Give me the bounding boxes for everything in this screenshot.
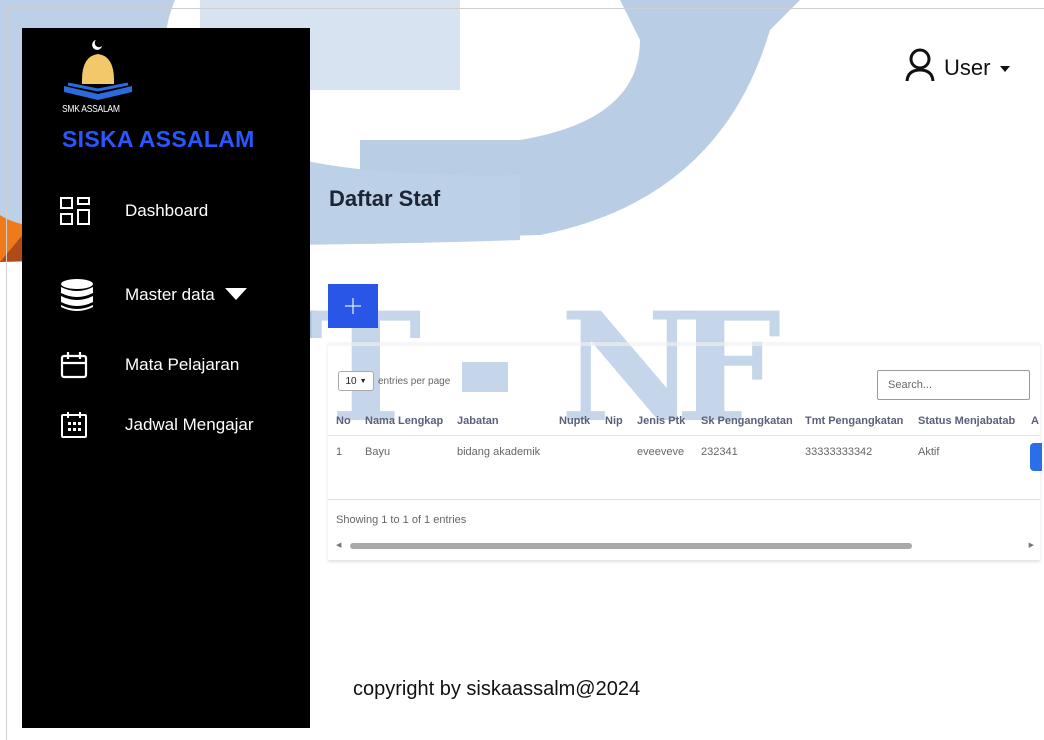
sidebar-item-label: Dashboard [125, 201, 209, 220]
column-header-sk-pengangkatan[interactable]: Sk Pengangkatan [701, 415, 793, 427]
database-icon [60, 279, 96, 311]
scrollbar-thumb[interactable] [350, 543, 912, 549]
logo-caption: SMK ASSALAM [62, 104, 120, 115]
cell-tmt-pengangkatan: 33333333342 [805, 446, 873, 458]
per-page-label: entries per page [378, 375, 451, 387]
per-page-value: 10 [345, 375, 357, 387]
sidebar: SMK ASSALAM SISKA ASSALAM Dashboard Mast… [22, 28, 310, 728]
cell-status-menjabatab: Aktif [918, 446, 940, 458]
frame-border-top [6, 8, 1044, 9]
sidebar-item-label: Master data [125, 285, 215, 304]
brand-name: SISKA ASSALAM [62, 126, 255, 152]
table-info: Showing 1 to 1 of 1 entries [336, 514, 467, 526]
row-action-button[interactable] [1030, 443, 1042, 471]
copyright-text: copyright by siskaassalm@2024 [353, 678, 641, 700]
card-top-border [328, 342, 1040, 346]
dashboard-grid-icon [60, 196, 96, 226]
per-page-control: 10 ▼ entries per page [338, 371, 450, 391]
sidebar-item-mata-pelajaran[interactable]: Mata Pelajaran [60, 350, 239, 380]
cell-jabatan: bidang akademik [457, 446, 541, 458]
caret-down-icon [224, 285, 247, 305]
plus-icon [345, 298, 361, 314]
page-title: Daftar Staf [329, 186, 441, 211]
cell-nama-lengkap: Bayu [365, 446, 391, 458]
add-staff-button[interactable] [328, 284, 378, 328]
column-header-tmt-pengangkatan[interactable]: Tmt Pengangkatan [805, 415, 903, 427]
column-header-jabatan[interactable]: Jabatan [457, 415, 499, 427]
column-header-nuptk[interactable]: Nuptk [559, 415, 590, 427]
user-icon [904, 48, 936, 87]
column-header-nip[interactable]: Nip [605, 415, 623, 427]
column-header-no[interactable]: No [336, 415, 351, 427]
caret-down-icon [1000, 59, 1011, 77]
staff-table-card: 10 ▼ entries per page Search... No Nama … [328, 342, 1042, 560]
table-row: 1 Bayu bidang akademik eveeveve 232341 3… [328, 442, 1040, 468]
horizontal-scrollbar[interactable]: ◀ ▶ [334, 541, 1036, 551]
user-menu[interactable]: User [904, 48, 1011, 87]
search-input[interactable]: Search... [877, 370, 1030, 400]
per-page-select[interactable]: 10 ▼ [338, 371, 374, 391]
column-header-jenis-ptk[interactable]: Jenis Ptk [637, 415, 685, 427]
cell-no: 1 [336, 446, 343, 458]
scroll-right-icon[interactable]: ▶ [1029, 541, 1034, 549]
sidebar-item-dashboard[interactable]: Dashboard [60, 196, 208, 226]
user-label: User [944, 54, 991, 80]
cell-sk-pengangkatan: 232341 [701, 446, 738, 458]
sidebar-item-jadwal-mengajar[interactable]: Jadwal Mengajar [60, 410, 254, 440]
sidebar-item-label: Jadwal Mengajar [125, 415, 254, 434]
school-logo [62, 36, 142, 111]
table-divider [328, 499, 1040, 500]
table-header-row: No Nama Lengkap Jabatan Nuptk Nip Jenis … [328, 412, 1040, 436]
scroll-left-icon[interactable]: ◀ [336, 541, 341, 549]
column-header-nama-lengkap[interactable]: Nama Lengkap [365, 415, 443, 427]
calendar-grid-icon [60, 410, 96, 440]
sidebar-item-label: Mata Pelajaran [125, 355, 240, 374]
sidebar-item-master-data[interactable]: Master data [60, 279, 247, 311]
column-header-a[interactable]: A [1031, 415, 1039, 427]
calendar-icon [60, 350, 96, 380]
frame-border-left [6, 8, 7, 740]
cell-jenis-ptk: eveeveve [637, 446, 685, 458]
column-header-status-menjabatab[interactable]: Status Menjabatab [918, 415, 1015, 427]
chevron-down-icon: ▼ [359, 377, 367, 385]
